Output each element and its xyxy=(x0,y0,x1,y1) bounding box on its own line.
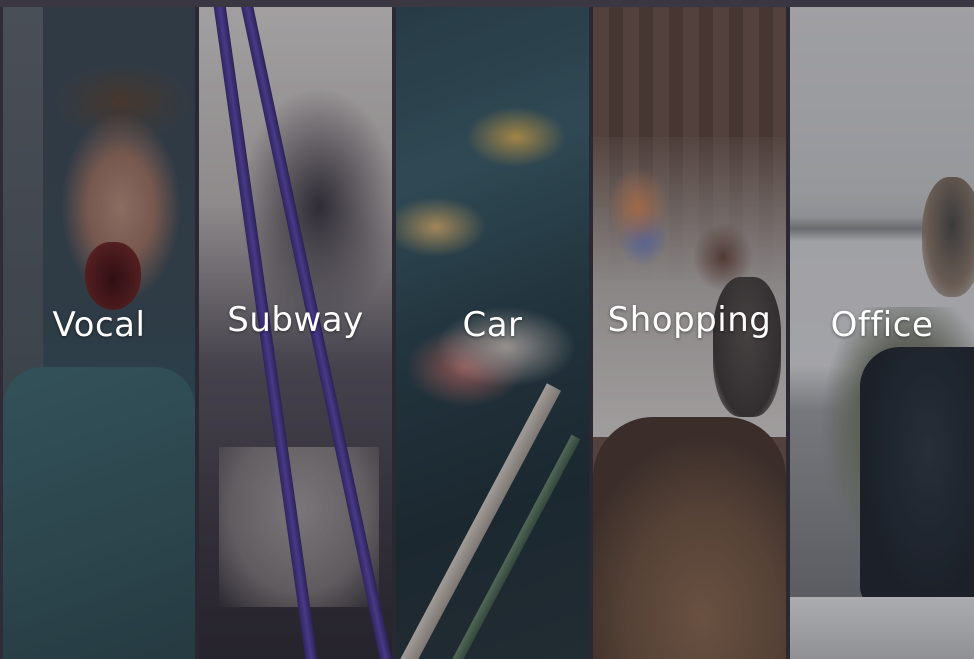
panel-label: Car xyxy=(462,305,523,345)
panel-label: Office xyxy=(830,305,934,345)
panel-car: Car xyxy=(396,7,589,659)
panel-label: Shopping xyxy=(607,300,772,340)
panel-shopping: Shopping xyxy=(593,7,786,659)
panel-label: Vocal xyxy=(52,305,146,345)
panel-label: Subway xyxy=(227,300,364,340)
panel-office: Office xyxy=(790,7,974,659)
panel-subway: Subway xyxy=(199,7,392,659)
panel-vocal: Vocal xyxy=(3,7,195,659)
top-bar xyxy=(0,0,974,7)
scene-collage: Vocal Subway Car Shopping Office xyxy=(0,0,974,659)
